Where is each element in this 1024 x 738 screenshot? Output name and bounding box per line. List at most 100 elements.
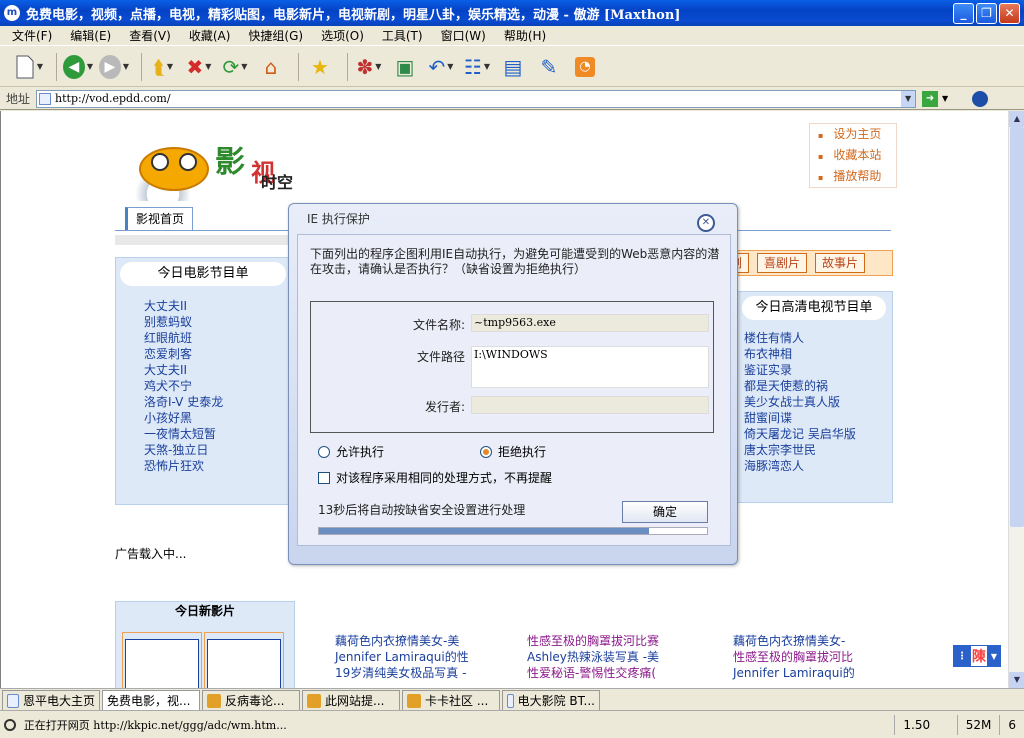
rss-icon[interactable]: ◔ — [570, 52, 600, 82]
page-icon — [507, 693, 514, 708]
movie-thumbnail[interactable] — [204, 632, 284, 688]
list-item[interactable]: 洛奇I-V 史泰龙 — [144, 394, 223, 410]
menu-favorites[interactable]: 收藏(A) — [189, 27, 231, 44]
scroll-down-icon[interactable]: ▼ — [1009, 672, 1024, 688]
list-item[interactable]: 鉴证实录 — [744, 362, 856, 378]
execution-choice: 允许执行 拒绝执行 — [318, 443, 592, 460]
window-title: 免费电影，视频，点播，电视，精彩贴图，电影新片，电视新剧，明星八卦，娱乐精选，动… — [26, 7, 681, 23]
list-item[interactable]: 一夜情太短暂 — [144, 426, 223, 442]
bookmark-site-link[interactable]: 收藏本站 — [810, 145, 896, 166]
up-folder-icon[interactable]: ⮬ ▼ — [148, 52, 178, 82]
news-link[interactable]: 藕荷色内衣撩情美女- — [733, 633, 883, 649]
new-page-icon[interactable]: ▼ — [14, 52, 44, 82]
home-icon[interactable]: ⌂ — [256, 52, 286, 82]
category-comedy-button[interactable]: 喜剧片 — [757, 253, 808, 273]
stop-icon[interactable]: ✖ ▼ — [184, 52, 214, 82]
deny-radio[interactable]: 拒绝执行 — [480, 443, 546, 460]
status-count: 6 — [999, 714, 1024, 735]
browser-tab[interactable]: 此网站提... — [302, 690, 400, 710]
sidebar-icon[interactable]: ▤ — [498, 52, 528, 82]
address-input[interactable]: http://vod.epdd.com/ ▼ — [36, 89, 917, 108]
translate-icon[interactable]: ✽ ▼ — [354, 52, 384, 82]
browser-tab[interactable]: 恩平电大主页 — [2, 690, 100, 710]
news-link[interactable]: 性爱秘语-警惕性交疼痛( — [527, 665, 677, 681]
list-item[interactable]: 布衣神相 — [744, 346, 856, 362]
movie-thumbnail[interactable] — [122, 632, 202, 688]
site-favicon-icon — [307, 693, 321, 708]
toolbar-settings-icon[interactable]: ☷ ▼ — [462, 52, 492, 82]
browser-tab[interactable]: 反病毒论... — [202, 690, 300, 710]
logo-text-c: 时空 — [261, 173, 294, 192]
play-help-link[interactable]: 播放帮助 — [810, 166, 896, 187]
scroll-up-icon[interactable]: ▲ — [1009, 111, 1024, 127]
chevron-down-icon[interactable]: ▼ — [991, 652, 997, 661]
list-item[interactable]: 甜蜜间谍 — [744, 410, 856, 426]
list-item[interactable]: 别惹蚂蚁 — [144, 314, 223, 330]
ok-button[interactable]: 确定 — [622, 501, 708, 523]
category-feature-button[interactable]: 故事片 — [815, 253, 866, 273]
tab-home[interactable]: 影视首页 — [125, 207, 193, 231]
address-url[interactable]: http://vod.epdd.com/ — [55, 92, 901, 105]
list-item[interactable]: 天煞-独立日 — [144, 442, 223, 458]
dialog-close-icon[interactable]: ✕ — [697, 214, 715, 232]
menu-file[interactable]: 文件(F) — [12, 27, 52, 44]
menu-help[interactable]: 帮助(H) — [504, 27, 546, 44]
radio-circle[interactable] — [318, 445, 330, 458]
tab-label: 此网站提... — [325, 694, 385, 708]
screenshot-icon[interactable]: ▣ — [390, 52, 420, 82]
list-item[interactable]: 大丈夫II — [144, 362, 223, 378]
go-icon[interactable]: ➜ — [922, 90, 939, 107]
menu-edit[interactable]: 编辑(E) — [70, 27, 111, 44]
search-engine-icon[interactable] — [972, 90, 989, 107]
close-window-button[interactable]: ✕ — [999, 2, 1020, 24]
address-dropdown-icon[interactable]: ▼ — [901, 90, 916, 107]
checkbox-box[interactable] — [318, 471, 330, 484]
news-link[interactable]: 性感至极的胸罩拔河比 — [733, 649, 883, 665]
list-item[interactable]: 红眼航班 — [144, 330, 223, 346]
allow-radio[interactable]: 允许执行 — [318, 443, 384, 460]
status-bar: 正在打开网页 http://kkpic.net/ggg/adc/wm.htm..… — [0, 710, 1024, 738]
go-dropdown-icon[interactable]: ▼ — [942, 94, 948, 103]
browser-tab[interactable]: 卡卡社区 ... — [402, 690, 500, 710]
forward-icon[interactable]: ▶ ▼ — [99, 52, 129, 82]
menu-window[interactable]: 窗口(W) — [441, 27, 486, 44]
favorites-star-icon[interactable]: ★ — [305, 52, 335, 82]
minimize-button[interactable]: _ — [953, 2, 974, 24]
browser-tab[interactable]: 电大影院 BT... — [502, 690, 600, 710]
list-item[interactable]: 鸡犬不宁 — [144, 378, 223, 394]
refresh-icon[interactable]: ⟳ ▼ — [220, 52, 250, 82]
radio-circle-selected[interactable] — [480, 445, 493, 458]
list-item[interactable]: 大丈夫II — [144, 298, 223, 314]
news-link[interactable]: Jennifer Lamiraqui的 — [733, 665, 883, 681]
list-item[interactable]: 倚天屠龙记 吴启华版 — [744, 426, 856, 442]
publisher-field — [471, 396, 709, 414]
list-item[interactable]: 美少女战士真人版 — [744, 394, 856, 410]
news-link[interactable]: 性感至极的胸罩拔河比赛 — [527, 633, 677, 649]
news-link[interactable]: 19岁清纯美女极品写真 - — [335, 665, 485, 681]
restore-button[interactable]: ❐ — [976, 2, 997, 24]
menu-options[interactable]: 选项(O) — [321, 27, 364, 44]
back-icon[interactable]: ◀ ▼ — [63, 52, 93, 82]
site-logo[interactable]: 影 视 时空 — [115, 123, 315, 203]
list-item[interactable]: 都是天使惹的祸 — [744, 378, 856, 394]
list-item[interactable]: 小孩好黑 — [144, 410, 223, 426]
news-link[interactable]: Jennifer Lamiraqui的性 — [335, 649, 485, 665]
news-link[interactable]: 藕荷色内衣撩情美女-美 — [335, 633, 485, 649]
vertical-scrollbar[interactable]: ▲ ▼ — [1008, 111, 1024, 688]
list-item[interactable]: 海豚湾恋人 — [744, 458, 856, 474]
remember-checkbox[interactable]: 对该程序采用相同的处理方式，不再提醒 — [318, 469, 552, 486]
list-item[interactable]: 楼住有情人 — [744, 330, 856, 346]
list-item[interactable]: 恋爱刺客 — [144, 346, 223, 362]
list-item[interactable]: 恐怖片狂欢 — [144, 458, 223, 474]
news-link[interactable]: Ashley热辣泳装写真 -美 — [527, 649, 677, 665]
floating-widget[interactable]: ⋮ 陳 ▼ — [953, 645, 1001, 667]
menu-groups[interactable]: 快捷组(G) — [248, 27, 303, 44]
list-item[interactable]: 唐太宗李世民 — [744, 442, 856, 458]
scroll-thumb[interactable] — [1010, 127, 1024, 527]
set-homepage-link[interactable]: 设为主页 — [810, 124, 896, 145]
menu-view[interactable]: 查看(V) — [129, 27, 171, 44]
menu-tools[interactable]: 工具(T) — [382, 27, 423, 44]
notes-icon[interactable]: ✎ — [534, 52, 564, 82]
undo-icon[interactable]: ↶ ▼ — [426, 52, 456, 82]
browser-tab-active[interactable]: 免费电影，视... — [102, 690, 200, 710]
